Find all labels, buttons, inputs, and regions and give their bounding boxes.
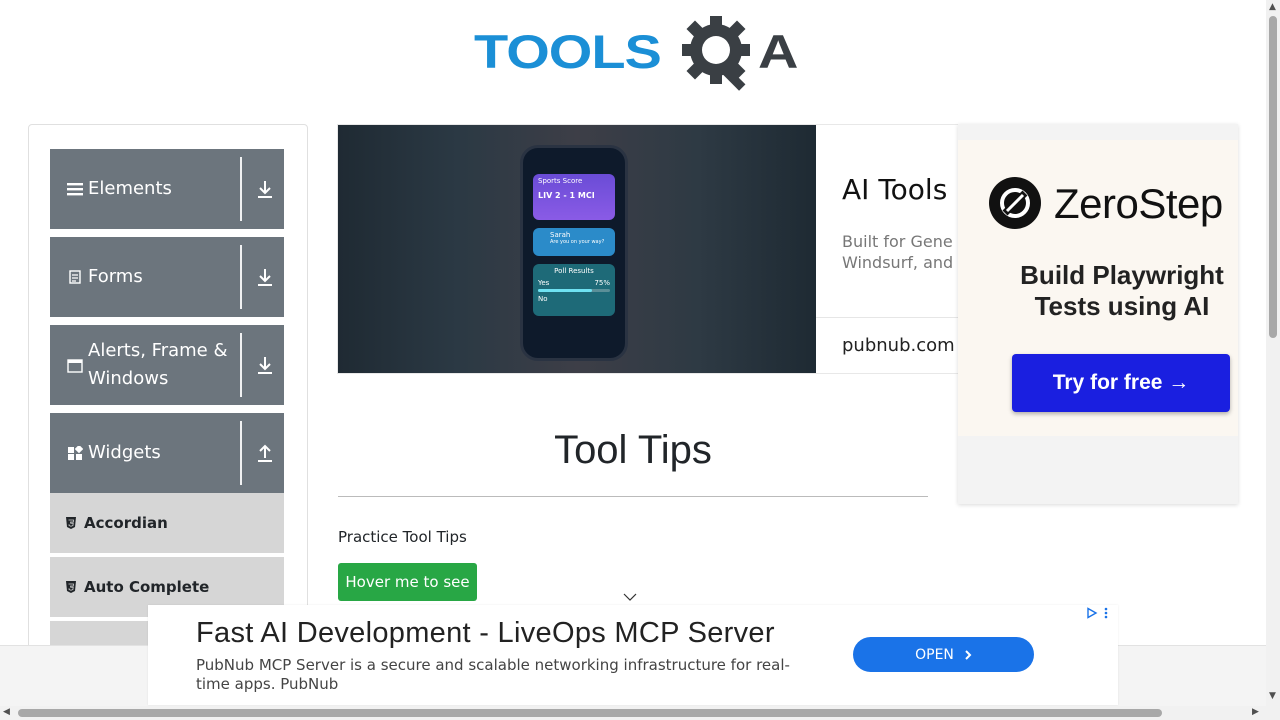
bottom-banner-ad[interactable]: Fast AI Development - LiveOps MCP Server… <box>148 605 1118 705</box>
divider <box>338 496 928 497</box>
open-button[interactable]: OPEN <box>853 637 1034 672</box>
chevron-right-icon <box>965 649 972 660</box>
message-text: Are you on your way? <box>550 239 605 245</box>
chevron-down-icon[interactable] <box>622 592 638 602</box>
sidebar-item-accordian[interactable]: Accordian <box>50 493 284 555</box>
logo-text-a: A <box>758 24 799 79</box>
poll-yes-pct: 75% <box>594 279 610 287</box>
poll-bar-track <box>538 289 610 292</box>
ad-description-line: Built for Gene <box>842 232 953 251</box>
ad-domain-link[interactable]: pubnub.com <box>842 335 955 356</box>
gear-magnifier-icon <box>682 16 750 91</box>
divider <box>240 421 242 485</box>
window-icon <box>66 359 84 373</box>
scroll-down-arrow-icon[interactable]: ▼ <box>1269 692 1276 701</box>
vertical-scroll-thumb[interactable] <box>1269 16 1277 338</box>
divider <box>240 157 242 221</box>
upload-arrow-icon <box>258 444 272 462</box>
html5-icon <box>66 581 76 593</box>
scroll-up-arrow-icon[interactable]: ▲ <box>1269 3 1276 12</box>
sidebar-group-label: Widgets <box>88 442 161 463</box>
sidebar-group-alerts-frame-windows[interactable]: Alerts, Frame & Windows <box>50 325 284 405</box>
hamburger-icon <box>66 182 84 196</box>
sidebar-group-label: Alerts, Frame & Windows <box>88 340 228 389</box>
ad-description: Built for Gene Windsurf, and <box>842 231 962 273</box>
ad-title[interactable]: Fast AI Development - LiveOps MCP Server <box>196 617 775 650</box>
logo-text-tools: TOOLS <box>474 24 662 79</box>
sidebar-group-elements[interactable]: Elements <box>50 149 284 229</box>
zerostep-ad[interactable]: ZeroStep Build Playwright Tests using AI… <box>958 124 1238 504</box>
sidebar-item-label: Auto Complete <box>84 578 210 596</box>
sidebar-group-forms[interactable]: Forms <box>50 237 284 317</box>
divider <box>240 333 242 397</box>
poll-title: Poll Results <box>554 267 594 275</box>
ad-tagline-line: Build Playwright <box>1020 260 1224 290</box>
sidebar-item-label: Accordian <box>84 514 168 532</box>
vertical-scrollbar[interactable]: ▲ ▼ <box>1266 0 1280 720</box>
open-button-label: OPEN <box>915 646 954 663</box>
message-card: Sarah Are you on your way? <box>533 228 615 256</box>
html5-icon <box>66 517 76 529</box>
document-icon <box>66 270 84 284</box>
download-arrow-icon <box>258 357 272 374</box>
ad-description: PubNub MCP Server is a secure and scalab… <box>196 656 790 693</box>
ad-tagline-line: Tests using AI <box>1034 291 1210 321</box>
more-options-icon[interactable] <box>1104 607 1108 619</box>
zerostep-logo-icon <box>989 177 1041 229</box>
scroll-left-arrow-icon[interactable]: ◀ <box>3 708 10 717</box>
practice-label: Practice Tool Tips <box>338 528 467 546</box>
card-score: LIV 2 - 1 MCI <box>538 191 595 200</box>
phone-illustration: Sports Score LIV 2 - 1 MCI Sarah Are you… <box>520 145 628 361</box>
download-arrow-icon <box>258 181 272 198</box>
ad-tagline: Build Playwright Tests using AI <box>958 260 1238 322</box>
ad-description-line: Windsurf, and <box>842 253 954 272</box>
card-title: Sports Score <box>538 177 583 185</box>
poll-no-label: No <box>538 295 548 303</box>
download-arrow-icon <box>258 269 272 286</box>
ad-choices[interactable] <box>1086 607 1108 619</box>
adchoices-icon[interactable] <box>1086 607 1098 619</box>
page-title: Tool Tips <box>554 428 712 472</box>
sidebar-group-widgets[interactable]: Widgets <box>50 413 284 493</box>
divider <box>240 245 242 309</box>
sidebar-group-label: Elements <box>88 178 172 199</box>
scroll-right-arrow-icon[interactable]: ▶ <box>1252 708 1259 717</box>
try-for-free-button[interactable]: Try for free → <box>1012 354 1230 412</box>
poll-yes-label: Yes <box>538 279 550 287</box>
ad-brand-name: ZeroStep <box>1054 180 1223 227</box>
message-sender: Sarah <box>550 231 571 239</box>
horizontal-scrollbar[interactable]: ◀ ▶ <box>0 706 1266 720</box>
poll-bar-fill <box>538 289 592 292</box>
widgets-icon <box>66 445 84 461</box>
toolsqa-logo[interactable]: TOOLS A <box>474 14 799 92</box>
horizontal-scroll-thumb[interactable] <box>18 709 1162 717</box>
sidebar-group-label: Forms <box>88 266 143 287</box>
hover-me-button[interactable]: Hover me to see <box>338 563 477 601</box>
ad-phone-image: Sports Score LIV 2 - 1 MCI Sarah Are you… <box>338 125 816 373</box>
poll-card: Poll Results Yes 75% No <box>533 264 615 316</box>
sports-score-card: Sports Score LIV 2 - 1 MCI <box>533 174 615 220</box>
ad-title: AI Tools <box>842 173 948 206</box>
